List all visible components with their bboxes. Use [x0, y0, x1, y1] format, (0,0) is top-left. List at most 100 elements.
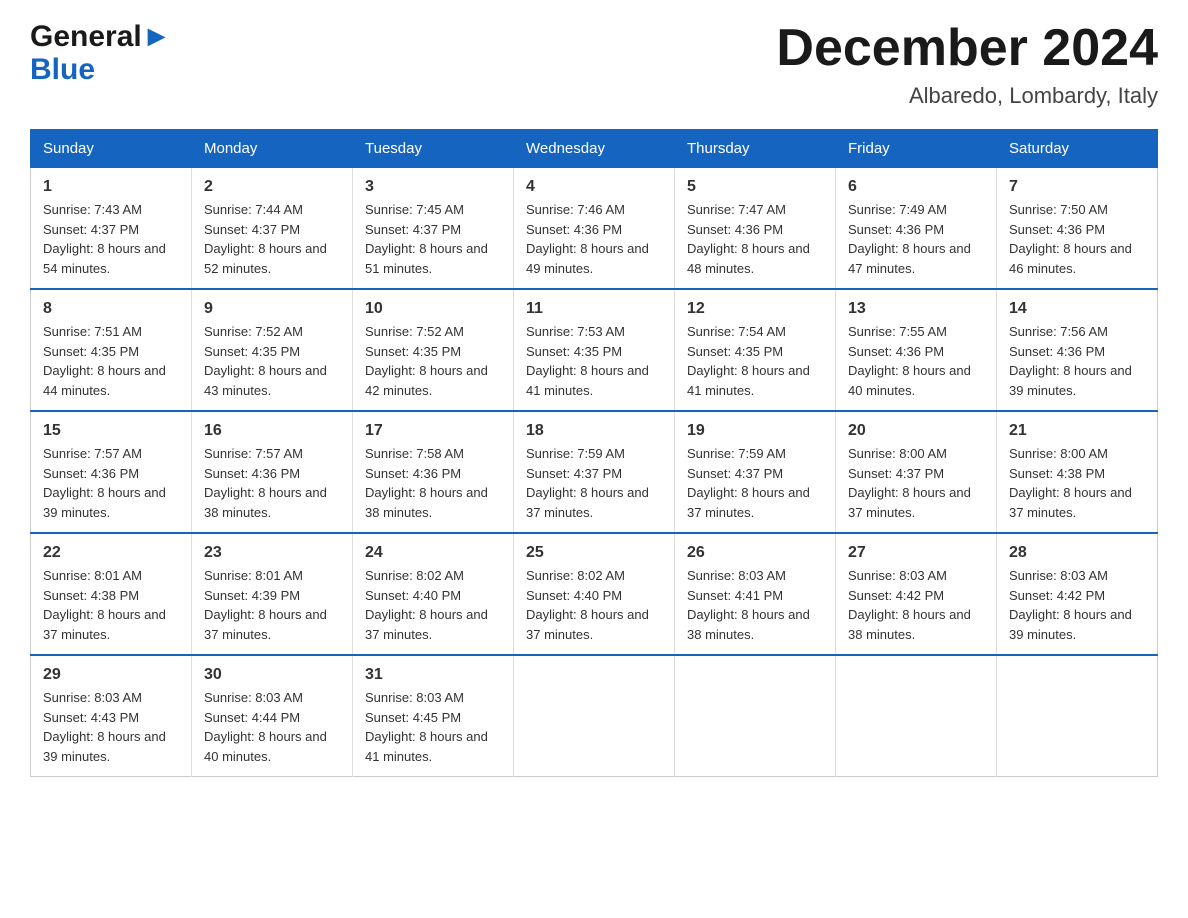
calendar-cell: 7 Sunrise: 7:50 AMSunset: 4:36 PMDaylight… — [997, 168, 1158, 290]
calendar-cell: 14 Sunrise: 7:56 AMSunset: 4:36 PMDayligh… — [997, 289, 1158, 411]
day-number: 3 — [365, 178, 501, 196]
calendar-cell: 16 Sunrise: 7:57 AMSunset: 4:36 PMDayligh… — [192, 411, 353, 533]
title-section: December 2024 Albaredo, Lombardy, Italy — [776, 20, 1158, 109]
calendar-cell — [514, 655, 675, 777]
calendar-week-row: 15 Sunrise: 7:57 AMSunset: 4:36 PMDayligh… — [31, 411, 1158, 533]
calendar-cell — [997, 655, 1158, 777]
day-info: Sunrise: 7:58 AMSunset: 4:36 PMDaylight:… — [365, 444, 501, 522]
day-number: 25 — [526, 544, 662, 562]
logo: General ► Blue — [30, 20, 171, 86]
day-info: Sunrise: 7:57 AMSunset: 4:36 PMDaylight:… — [43, 444, 179, 522]
day-info: Sunrise: 7:46 AMSunset: 4:36 PMDaylight:… — [526, 200, 662, 278]
day-number: 6 — [848, 178, 984, 196]
calendar-week-row: 8 Sunrise: 7:51 AMSunset: 4:35 PMDaylight… — [31, 289, 1158, 411]
day-info: Sunrise: 7:43 AMSunset: 4:37 PMDaylight:… — [43, 200, 179, 278]
day-number: 1 — [43, 178, 179, 196]
day-info: Sunrise: 8:00 AMSunset: 4:38 PMDaylight:… — [1009, 444, 1145, 522]
header-sunday: Sunday — [31, 130, 192, 168]
day-info: Sunrise: 7:49 AMSunset: 4:36 PMDaylight:… — [848, 200, 984, 278]
header-tuesday: Tuesday — [353, 130, 514, 168]
logo-general: General — [30, 20, 142, 53]
calendar-week-row: 22Sunrise: 8:01 AMSunset: 4:38 PMDayligh… — [31, 533, 1158, 655]
day-number: 10 — [365, 300, 501, 318]
day-number: 13 — [848, 300, 984, 318]
logo-arrow-icon: ► — [142, 20, 172, 53]
day-number: 16 — [204, 422, 340, 440]
day-info: Sunrise: 8:02 AMSunset: 4:40 PMDaylight:… — [526, 566, 662, 644]
calendar-cell: 17 Sunrise: 7:58 AMSunset: 4:36 PMDayligh… — [353, 411, 514, 533]
day-number: 5 — [687, 178, 823, 196]
day-info: Sunrise: 7:52 AMSunset: 4:35 PMDaylight:… — [204, 322, 340, 400]
day-number: 2 — [204, 178, 340, 196]
day-number: 20 — [848, 422, 984, 440]
day-info: Sunrise: 8:00 AMSunset: 4:37 PMDaylight:… — [848, 444, 984, 522]
day-number: 30 — [204, 666, 340, 684]
day-number: 26 — [687, 544, 823, 562]
calendar-cell: 3 Sunrise: 7:45 AMSunset: 4:37 PMDaylight… — [353, 168, 514, 290]
day-info: Sunrise: 7:55 AMSunset: 4:36 PMDaylight:… — [848, 322, 984, 400]
logo-blue: Blue — [30, 53, 95, 86]
calendar-cell: 13 Sunrise: 7:55 AMSunset: 4:36 PMDayligh… — [836, 289, 997, 411]
calendar-cell: 8 Sunrise: 7:51 AMSunset: 4:35 PMDaylight… — [31, 289, 192, 411]
page-header: General ► Blue December 2024 Albaredo, L… — [30, 20, 1158, 109]
day-number: 9 — [204, 300, 340, 318]
day-info: Sunrise: 7:44 AMSunset: 4:37 PMDaylight:… — [204, 200, 340, 278]
day-info: Sunrise: 8:03 AMSunset: 4:42 PMDaylight:… — [848, 566, 984, 644]
day-number: 18 — [526, 422, 662, 440]
day-number: 4 — [526, 178, 662, 196]
calendar-cell: 23 Sunrise: 8:01 AMSunset: 4:39 PMDayligh… — [192, 533, 353, 655]
day-info: Sunrise: 7:59 AMSunset: 4:37 PMDaylight:… — [526, 444, 662, 522]
header-wednesday: Wednesday — [514, 130, 675, 168]
day-number: 31 — [365, 666, 501, 684]
day-number: 28 — [1009, 544, 1145, 562]
calendar-cell: 6 Sunrise: 7:49 AMSunset: 4:36 PMDaylight… — [836, 168, 997, 290]
calendar-cell: 12 Sunrise: 7:54 AMSunset: 4:35 PMDayligh… — [675, 289, 836, 411]
calendar-table: SundayMondayTuesdayWednesdayThursdayFrid… — [30, 129, 1158, 777]
calendar-cell: 30Sunrise: 8:03 AMSunset: 4:44 PMDayligh… — [192, 655, 353, 777]
day-number: 14 — [1009, 300, 1145, 318]
calendar-cell: 15 Sunrise: 7:57 AMSunset: 4:36 PMDayligh… — [31, 411, 192, 533]
calendar-cell: 31Sunrise: 8:03 AMSunset: 4:45 PMDayligh… — [353, 655, 514, 777]
day-number: 23 — [204, 544, 340, 562]
day-number: 7 — [1009, 178, 1145, 196]
header-monday: Monday — [192, 130, 353, 168]
day-info: Sunrise: 7:53 AMSunset: 4:35 PMDaylight:… — [526, 322, 662, 400]
day-number: 8 — [43, 300, 179, 318]
calendar-cell: 24 Sunrise: 8:02 AMSunset: 4:40 PMDayligh… — [353, 533, 514, 655]
day-info: Sunrise: 8:02 AMSunset: 4:40 PMDaylight:… — [365, 566, 501, 644]
calendar-header-row: SundayMondayTuesdayWednesdayThursdayFrid… — [31, 130, 1158, 168]
day-info: Sunrise: 8:01 AMSunset: 4:39 PMDaylight:… — [204, 566, 340, 644]
day-number: 12 — [687, 300, 823, 318]
month-title: December 2024 — [776, 20, 1158, 77]
day-info: Sunrise: 7:54 AMSunset: 4:35 PMDaylight:… — [687, 322, 823, 400]
day-info: Sunrise: 7:59 AMSunset: 4:37 PMDaylight:… — [687, 444, 823, 522]
location: Albaredo, Lombardy, Italy — [776, 83, 1158, 109]
day-info: Sunrise: 7:47 AMSunset: 4:36 PMDaylight:… — [687, 200, 823, 278]
calendar-cell — [675, 655, 836, 777]
calendar-cell: 1 Sunrise: 7:43 AMSunset: 4:37 PMDaylight… — [31, 168, 192, 290]
calendar-cell: 9 Sunrise: 7:52 AMSunset: 4:35 PMDaylight… — [192, 289, 353, 411]
calendar-cell: 18 Sunrise: 7:59 AMSunset: 4:37 PMDayligh… — [514, 411, 675, 533]
day-info: Sunrise: 7:51 AMSunset: 4:35 PMDaylight:… — [43, 322, 179, 400]
day-info: Sunrise: 7:57 AMSunset: 4:36 PMDaylight:… — [204, 444, 340, 522]
header-saturday: Saturday — [997, 130, 1158, 168]
day-info: Sunrise: 7:45 AMSunset: 4:37 PMDaylight:… — [365, 200, 501, 278]
calendar-cell: 29Sunrise: 8:03 AMSunset: 4:43 PMDayligh… — [31, 655, 192, 777]
calendar-cell: 22Sunrise: 8:01 AMSunset: 4:38 PMDayligh… — [31, 533, 192, 655]
calendar-cell: 2 Sunrise: 7:44 AMSunset: 4:37 PMDaylight… — [192, 168, 353, 290]
calendar-cell: 21Sunrise: 8:00 AMSunset: 4:38 PMDayligh… — [997, 411, 1158, 533]
calendar-cell: 25 Sunrise: 8:02 AMSunset: 4:40 PMDayligh… — [514, 533, 675, 655]
day-number: 15 — [43, 422, 179, 440]
day-number: 17 — [365, 422, 501, 440]
day-info: Sunrise: 7:50 AMSunset: 4:36 PMDaylight:… — [1009, 200, 1145, 278]
day-info: Sunrise: 7:52 AMSunset: 4:35 PMDaylight:… — [365, 322, 501, 400]
header-thursday: Thursday — [675, 130, 836, 168]
calendar-cell: 4 Sunrise: 7:46 AMSunset: 4:36 PMDaylight… — [514, 168, 675, 290]
calendar-cell: 27Sunrise: 8:03 AMSunset: 4:42 PMDayligh… — [836, 533, 997, 655]
day-number: 11 — [526, 300, 662, 318]
day-number: 24 — [365, 544, 501, 562]
calendar-week-row: 29Sunrise: 8:03 AMSunset: 4:43 PMDayligh… — [31, 655, 1158, 777]
day-number: 19 — [687, 422, 823, 440]
day-info: Sunrise: 7:56 AMSunset: 4:36 PMDaylight:… — [1009, 322, 1145, 400]
calendar-cell: 19 Sunrise: 7:59 AMSunset: 4:37 PMDayligh… — [675, 411, 836, 533]
